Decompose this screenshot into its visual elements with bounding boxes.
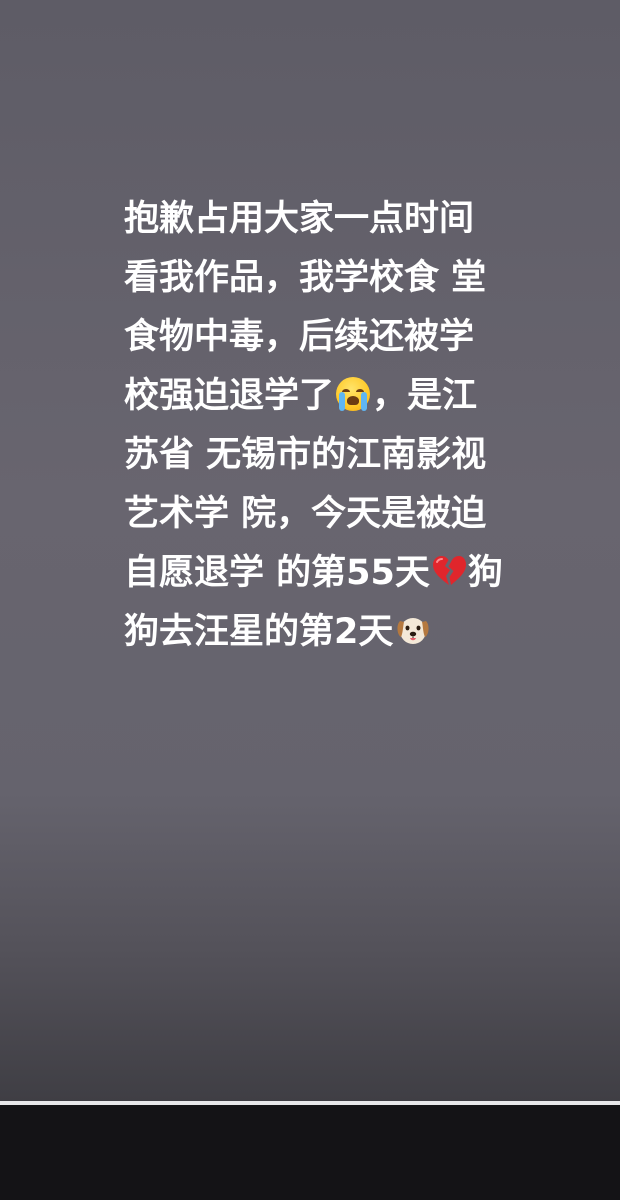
story-line: 狗去汪星的第2天	[124, 603, 508, 662]
story-line: 抱歉占用大家一点时间	[124, 199, 475, 239]
story-line: 校强迫退学了 ，是江	[124, 367, 508, 426]
story-card[interactable]: 抱歉占用大家一点时间 看我作品，我学校食 堂 食物中毒，后续还被学 校强迫退学了…	[0, 0, 620, 1102]
story-line-text: ，是江	[372, 376, 478, 416]
story-line-text: 狗去汪星的第2天	[124, 612, 394, 652]
story-text: 抱歉占用大家一点时间 看我作品，我学校食 堂 食物中毒，后续还被学 校强迫退学了…	[124, 190, 508, 662]
progress-fill	[0, 1101, 620, 1105]
story-line: 苏省 无锡市的江南影视	[124, 435, 487, 475]
story-screen: 抱歉占用大家一点时间 看我作品，我学校食 堂 食物中毒，后续还被学 校强迫退学了…	[0, 0, 620, 1200]
story-line-text: 自愿退学 的第55天	[124, 553, 430, 593]
story-line: 艺术学 院，今天是被迫	[124, 494, 487, 534]
broken-heart-icon	[431, 554, 467, 588]
story-line-text: 校强迫退学了	[124, 376, 335, 416]
story-line: 自愿退学 的第55天狗	[124, 544, 508, 603]
story-line: 看我作品，我学校食 堂	[124, 258, 487, 298]
bottom-bar	[0, 1102, 620, 1200]
crying-face-icon	[336, 377, 371, 411]
progress-bar[interactable]	[0, 1101, 620, 1105]
dog-face-icon	[395, 613, 431, 647]
story-line-text: 狗	[467, 553, 503, 593]
story-line: 食物中毒，后续还被学	[124, 317, 475, 357]
